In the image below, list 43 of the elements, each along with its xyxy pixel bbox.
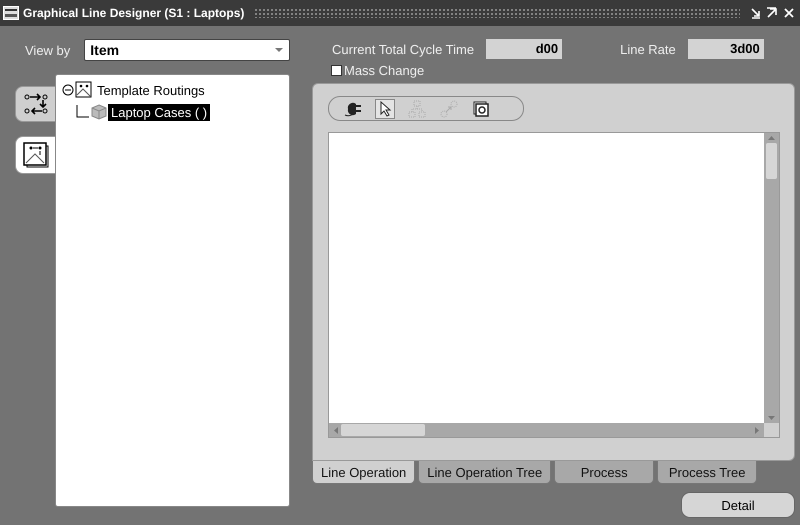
diagram-icon xyxy=(75,81,93,99)
pointer-icon xyxy=(378,100,392,116)
side-tab[interactable] xyxy=(15,86,55,122)
scrollbar-thumb[interactable] xyxy=(766,143,777,179)
cycle-time-label: Current Total Cycle Time xyxy=(332,42,474,56)
tab[interactable]: Line Operation Tree xyxy=(418,461,552,484)
mass-change-label: Mass Change xyxy=(344,62,424,78)
properties-icon xyxy=(473,100,489,116)
scroll-up-icon[interactable] xyxy=(767,135,776,141)
tab[interactable]: Process Tree xyxy=(657,461,758,484)
connect-icon xyxy=(440,100,458,118)
scroll-down-icon[interactable] xyxy=(767,415,776,421)
cycle-time-field: d00 xyxy=(486,39,562,59)
cube-icon xyxy=(91,104,107,120)
tab[interactable]: Line Operation xyxy=(312,461,416,484)
toolbar-button[interactable] xyxy=(471,98,491,118)
collapse-icon[interactable] xyxy=(62,84,74,96)
flow-arrows-icon xyxy=(22,92,48,116)
app-icon xyxy=(3,6,19,20)
tree-item[interactable]: Laptop Cases ( ) xyxy=(108,104,210,120)
tab[interactable]: Process xyxy=(554,461,654,484)
scroll-right-icon[interactable] xyxy=(754,426,760,434)
toolbar-button[interactable] xyxy=(375,98,395,118)
detail-button[interactable]: Detail xyxy=(681,492,795,518)
window-title: Graphical Line Designer (S1 : Laptops) xyxy=(23,6,244,20)
dropdown-arrow-icon xyxy=(274,47,284,53)
scroll-left-icon[interactable] xyxy=(333,426,339,434)
side-tab[interactable] xyxy=(15,136,55,174)
view-by-label: View by xyxy=(25,42,70,58)
diagram-icon xyxy=(22,142,48,168)
scrollbar-thumb[interactable] xyxy=(341,424,425,436)
window-controls-icon[interactable] xyxy=(750,7,796,19)
tree-item[interactable]: Template Routings xyxy=(94,82,208,98)
line-rate-field: 3d00 xyxy=(688,39,764,59)
vertical-scrollbar[interactable] xyxy=(764,133,779,423)
horizontal-scrollbar[interactable] xyxy=(329,423,764,437)
plug-icon xyxy=(344,100,362,116)
mass-change-checkbox[interactable] xyxy=(331,64,342,76)
network-icon xyxy=(408,100,426,118)
tree-connector-line xyxy=(76,105,90,119)
line-rate-label: Line Rate xyxy=(620,42,676,56)
view-by-dropdown[interactable]: Item xyxy=(84,39,290,61)
drawing-canvas[interactable] xyxy=(329,133,764,423)
